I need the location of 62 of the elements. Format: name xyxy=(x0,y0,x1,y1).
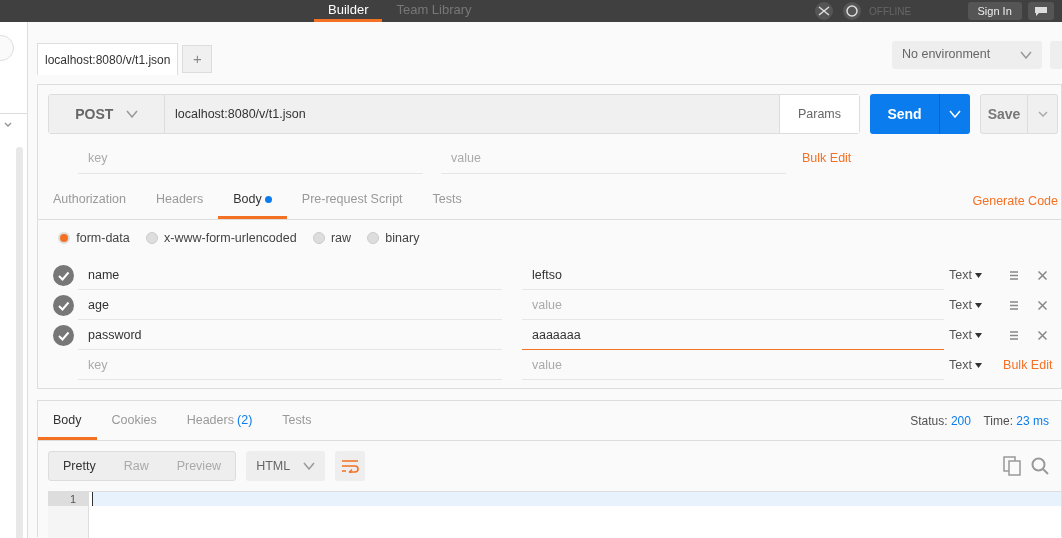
close-icon[interactable] xyxy=(1038,330,1048,340)
caret-down-icon xyxy=(975,332,983,338)
line-number: 1 xyxy=(48,492,88,506)
chevron-down-icon xyxy=(1020,50,1032,59)
chevron-down-icon xyxy=(4,122,12,127)
type-dropdown[interactable]: Text xyxy=(949,355,983,375)
request-url-bar[interactable]: POST localhost:8080/v/t1.json Params xyxy=(48,94,860,134)
value-field[interactable]: value xyxy=(522,290,944,320)
search-icon[interactable] xyxy=(1031,457,1049,475)
sign-in-button[interactable]: Sign In xyxy=(967,1,1022,21)
wrap-button[interactable] xyxy=(334,451,365,481)
type-dropdown[interactable]: Text xyxy=(949,265,983,285)
request-tab[interactable]: Body xyxy=(218,183,287,219)
params-button[interactable]: Params xyxy=(779,95,859,133)
radio-option[interactable]: raw xyxy=(312,228,352,248)
code-editor[interactable]: 1 xyxy=(48,491,1061,538)
chevron-down-icon xyxy=(125,110,138,118)
type-dropdown[interactable]: Text xyxy=(949,325,983,345)
response-tab[interactable]: Headers (2) xyxy=(171,404,268,440)
check-circle-icon[interactable] xyxy=(53,294,74,316)
radio-option[interactable]: form-data xyxy=(58,228,130,248)
send-options-button[interactable] xyxy=(939,94,970,134)
key-field[interactable]: key xyxy=(78,143,423,174)
time-text: Time: 23 ms xyxy=(983,412,1049,430)
value-field[interactable]: leftso xyxy=(522,260,944,290)
key-field[interactable]: password xyxy=(78,320,502,350)
caret-down-icon xyxy=(975,272,983,278)
response-tab[interactable]: Body xyxy=(38,404,97,440)
chevron-down-icon xyxy=(302,462,315,470)
menu-icon[interactable] xyxy=(1010,270,1019,280)
status-text: Status: 200 xyxy=(910,412,971,430)
chevron-down-icon xyxy=(949,110,961,118)
value-field[interactable]: value xyxy=(522,350,944,380)
radio-option[interactable]: x-www-form-urlencoded xyxy=(145,228,297,248)
type-dropdown[interactable]: Text xyxy=(949,295,983,315)
value-field[interactable]: value xyxy=(441,143,786,174)
key-field[interactable]: key xyxy=(78,350,502,380)
sync-icon[interactable] xyxy=(840,2,863,20)
nav-tab[interactable]: Builder xyxy=(314,0,383,22)
method-dropdown[interactable]: POST xyxy=(49,95,165,133)
format-dropdown[interactable]: HTML xyxy=(246,451,325,481)
key-field[interactable]: name xyxy=(78,260,502,290)
radio-option[interactable]: binary xyxy=(367,228,420,248)
save-button[interactable]: Save xyxy=(980,94,1028,134)
copy-icon[interactable] xyxy=(1003,456,1021,476)
check-circle-icon[interactable] xyxy=(53,324,74,346)
menu-icon[interactable] xyxy=(1010,300,1019,310)
menu-icon[interactable] xyxy=(1010,330,1019,340)
check-circle-icon[interactable] xyxy=(53,264,74,286)
key-field[interactable]: age xyxy=(78,290,502,320)
request-tab[interactable]: localhost:8080/v/t1.json xyxy=(37,43,179,75)
close-icon[interactable] xyxy=(1038,270,1048,280)
caret-down-icon xyxy=(975,302,983,308)
chevron-down-icon xyxy=(1037,111,1048,117)
view-toggle[interactable]: Pretty xyxy=(49,452,110,480)
chat-icon[interactable] xyxy=(1028,2,1054,20)
value-field[interactable]: aaaaaaa xyxy=(522,320,944,350)
send-button[interactable]: Send xyxy=(870,94,939,134)
close-icon[interactable] xyxy=(1038,300,1048,310)
wrap-lines-icon xyxy=(340,459,359,473)
caret-down-icon xyxy=(975,362,983,368)
environment-dropdown[interactable]: No environment xyxy=(892,40,1042,69)
